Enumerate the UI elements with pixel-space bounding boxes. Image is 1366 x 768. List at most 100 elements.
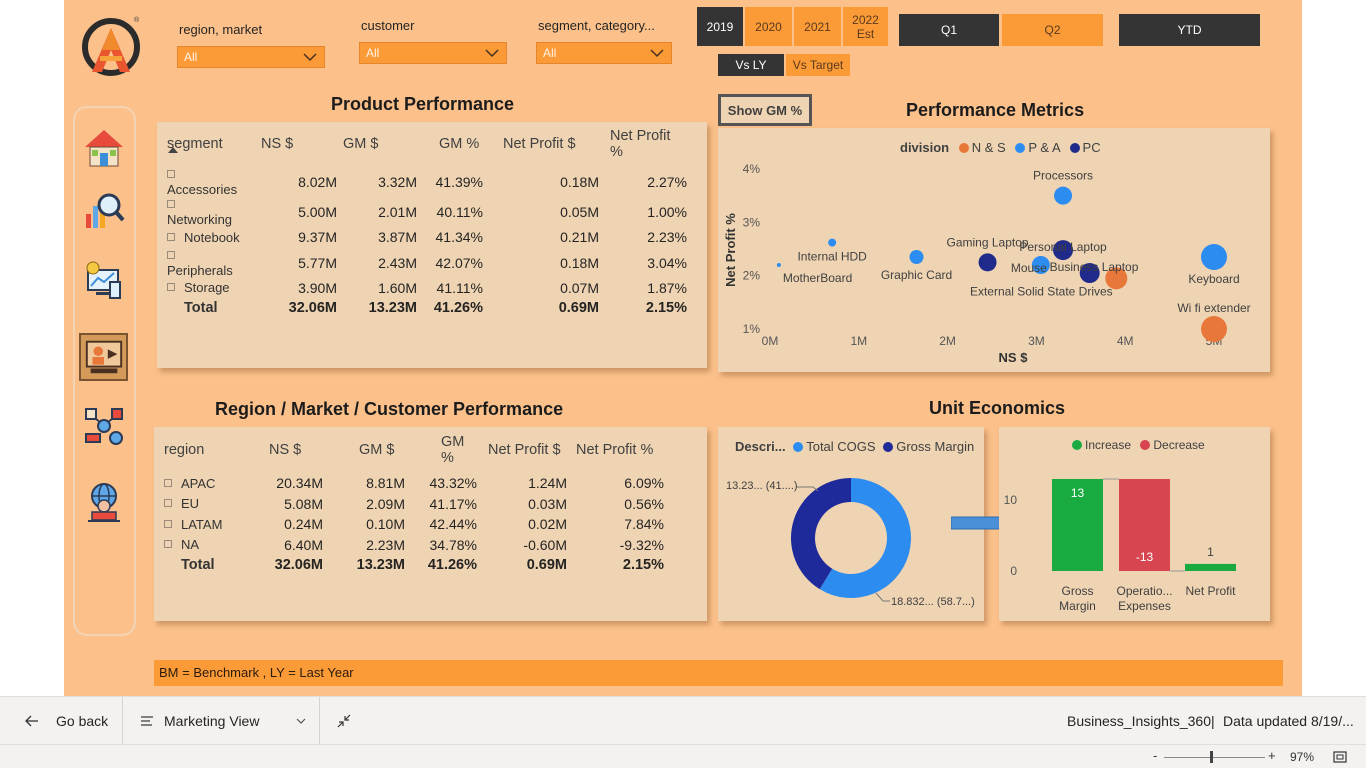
scatter-point[interactable] [978,253,997,272]
table-cell: 2.23% [647,229,687,246]
year-2021-button[interactable]: 2021 [794,7,841,46]
divider [319,697,320,745]
performance-scatter-chart[interactable]: 0M1M2M3M4M5M1%2%3%4%NS $Net Profit %Proc… [718,128,1270,372]
customer-dropdown[interactable]: All [359,42,507,64]
column-header[interactable]: Net Profit % [599,128,687,167]
expand-icon[interactable] [167,200,175,208]
marketing-view-icon[interactable] [79,333,128,381]
point-label: External Solid State Drives [970,284,1113,298]
expand-icon[interactable] [167,283,175,292]
product-performance-card: segment NS $ GM $ GM % Net Profit $ Net … [157,122,707,368]
column-header[interactable]: NS $ [247,128,337,167]
expand-icon[interactable] [164,540,172,549]
row-label: Notebook [184,229,240,245]
expand-icon[interactable] [164,499,172,508]
fit-to-window-icon[interactable] [1333,751,1347,763]
table-cell: 1.24M [528,475,567,492]
vs-ly-button[interactable]: Vs LY [718,54,784,76]
svg-text:®: ® [134,16,140,24]
executive-view-icon[interactable] [80,478,128,526]
ytd-button[interactable]: YTD [1119,14,1260,46]
region-market-dropdown[interactable]: All [177,46,325,68]
finance-view-icon[interactable] [80,256,128,304]
separator: | [1211,713,1215,729]
table-row[interactable]: Storage 3.90M 1.60M 41.11% 0.07M 1.87% [167,278,687,299]
total-cell: 0.69M [558,300,599,317]
segment-category-slicer-title: segment, category... [538,18,655,33]
expand-icon[interactable] [167,170,175,178]
unit-economics-waterfall-chart[interactable]: 0 10 13 -13 1 Gross Margin Operatio... Expenses N… [999,427,1270,621]
table-row[interactable]: Accessories 8.02M 3.32M 41.39% 0.18M 2.27% [167,167,687,197]
point-label: Graphic Card [881,268,952,282]
column-header[interactable]: GM % [405,434,477,473]
table-row[interactable]: EU 5.08M 2.09M 41.17% 0.03M 0.56% [164,494,664,515]
scatter-point[interactable] [909,250,924,264]
point-label: Mouse [1011,261,1047,275]
segment-category-dropdown[interactable]: All [536,42,672,64]
row-label: Accessories [167,182,238,197]
zoom-slider-track[interactable] [1164,757,1265,758]
table-row[interactable]: Networking 5.00M 2.01M 40.11% 0.05M 1.00% [167,197,687,227]
cost-donut-chart[interactable]: 13.23... (41....) 18.832... (58.7...) [718,427,984,621]
go-back-label: Go back [56,713,109,729]
fit-to-page-button[interactable] [336,697,352,745]
scatter-point[interactable] [776,263,781,267]
table-cell: 2.43M [378,254,417,271]
y-axis-title: Net Profit % [723,213,738,287]
table-row[interactable]: Peripherals 5.77M 2.43M 42.07% 0.18M 3.04% [167,248,687,278]
table-cell: 41.34% [435,229,483,246]
year-2022-est-button[interactable]: 2022 Est [843,7,888,46]
table-row[interactable]: APAC 20.34M 8.81M 43.32% 1.24M 6.09% [164,473,664,494]
table-row[interactable]: LATAM 0.24M 0.10M 42.44% 0.02M 7.84% [164,514,664,535]
scatter-point[interactable] [1201,244,1227,270]
scatter-point[interactable] [1054,186,1073,205]
zoom-in-button[interactable]: + [1268,748,1276,763]
table-cell: 0.18M [560,254,599,271]
supply-chain-icon[interactable] [80,402,128,450]
expand-icon[interactable] [167,232,175,241]
home-page-icon[interactable] [80,124,128,172]
table-cell: 9.37M [298,229,337,246]
table-row[interactable]: NA 6.40M 2.23M 34.78% -0.60M -9.32% [164,535,664,556]
search-insights-icon[interactable] [80,186,128,234]
row-label: LATAM [181,516,223,532]
column-header[interactable]: region [164,434,232,473]
column-header[interactable]: Net Profit $ [483,128,599,167]
waterfall-bar[interactable] [1185,563,1236,571]
table-cell: 5.77M [298,254,337,271]
column-header[interactable]: Net Profit % [567,434,664,473]
table-row[interactable]: Notebook 9.37M 3.87M 41.34% 0.21M 2.23% [167,227,687,248]
column-header[interactable]: NS $ [232,434,323,473]
show-gm-button[interactable]: Show GM % [718,94,812,126]
column-header[interactable]: GM $ [337,128,417,167]
table-cell: 5.08M [284,495,323,512]
table-cell: 8.02M [298,174,337,190]
page-selector-dropdown[interactable]: Marketing View [140,697,306,745]
y-tick-label: 4% [743,162,761,176]
column-header[interactable]: GM % [417,128,483,167]
year-2020-button[interactable]: 2020 [745,7,792,46]
expand-icon[interactable] [167,250,175,259]
scatter-point[interactable] [1201,316,1227,342]
column-header[interactable]: Net Profit $ [477,434,567,473]
zoom-out-button[interactable]: - [1153,748,1157,763]
expand-icon[interactable] [164,478,172,487]
vs-target-button[interactable]: Vs Target [786,54,850,76]
zoom-slider-thumb[interactable] [1210,751,1213,763]
q2-button[interactable]: Q2 [1002,14,1103,46]
category-label: Gross Margin [1059,584,1096,613]
year-2019-button[interactable]: 2019 [697,7,743,46]
column-header[interactable]: GM $ [323,434,405,473]
donut-slice[interactable] [791,478,851,590]
q1-button[interactable]: Q1 [899,14,999,46]
table-cell: 6.40M [284,536,323,553]
scatter-point[interactable] [828,238,837,247]
region-performance-title: Region / Market / Customer Performance [215,399,564,419]
go-back-button[interactable]: Go back [24,697,108,745]
table-cell: 5.00M [298,204,337,220]
expand-icon[interactable] [164,519,172,528]
table-cell: 0.56% [624,495,664,512]
row-label: NA [181,537,200,553]
bar-data-label: 13 [1071,486,1085,500]
column-header[interactable]: segment [167,128,247,167]
